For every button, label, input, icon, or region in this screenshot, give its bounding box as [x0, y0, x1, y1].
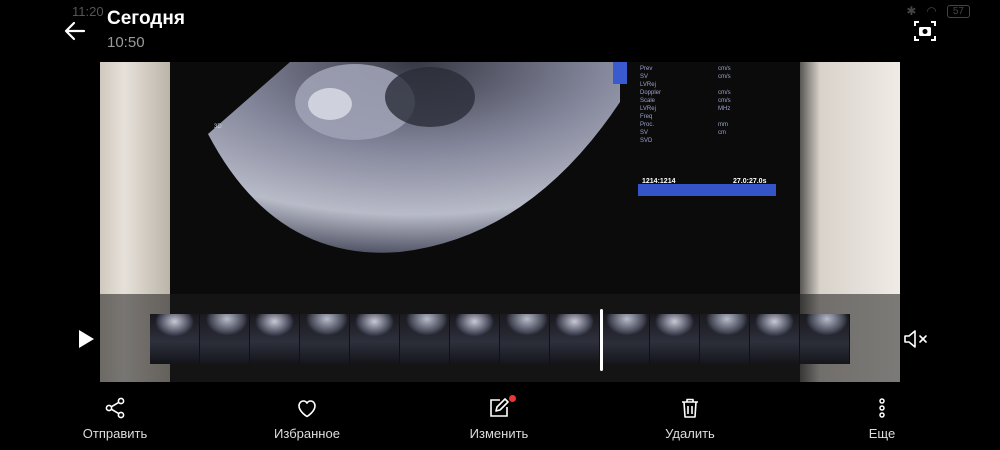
mute-button[interactable] — [902, 327, 930, 351]
us-depth-label: 3D — [214, 124, 222, 130]
more-label: Еще — [868, 426, 896, 441]
timeline-playhead[interactable] — [600, 309, 603, 371]
play-icon — [79, 330, 94, 348]
timeline-frame — [200, 314, 250, 364]
timeline-frame — [450, 314, 500, 364]
timeline-frame — [800, 314, 850, 364]
us-param-1: SV — [640, 74, 648, 80]
us-param-7: Proc. — [640, 122, 654, 128]
status-time: 11:20 — [72, 4, 104, 19]
status-icons: ✱ ◠ 57 — [906, 4, 970, 18]
us-param-0: Prev — [640, 66, 652, 72]
screenshot-button[interactable] — [912, 18, 938, 44]
share-button[interactable]: Отправить — [55, 396, 175, 441]
us-param-8: SV — [640, 130, 648, 136]
us-param-5: LVRej — [640, 106, 656, 112]
timeline-frame — [400, 314, 450, 364]
timeline-frame — [750, 314, 800, 364]
more-vertical-icon — [879, 398, 885, 418]
bluetooth-icon: ✱ — [906, 4, 917, 18]
timeline-frame — [150, 314, 200, 364]
us-param-9: SVD — [640, 138, 653, 144]
us-param-6: Freq — [640, 114, 652, 120]
timeline-frame — [300, 314, 350, 364]
us-param-4: Scale — [640, 98, 656, 104]
us-unit-3: cm/s — [718, 98, 731, 104]
timeline-frame — [500, 314, 550, 364]
timeline-frame — [550, 314, 600, 364]
bottom-toolbar: Отправить Избранное Изменить Удалить Еще — [0, 395, 1000, 446]
us-param-3: Doppler — [640, 90, 661, 96]
share-label: Отправить — [82, 426, 148, 441]
trash-icon — [682, 398, 698, 418]
wifi-icon: ◠ — [926, 4, 937, 18]
us-param-2: LVRej — [640, 82, 656, 88]
delete-label: Удалить — [665, 426, 715, 441]
back-button[interactable] — [62, 18, 88, 44]
us-unit-6: cm — [718, 130, 726, 136]
page-title: Сегодня — [107, 8, 185, 29]
us-unit-4: MHz — [718, 106, 730, 112]
delete-button[interactable]: Удалить — [630, 396, 750, 441]
us-unit-1: cm/s — [718, 74, 731, 80]
volume-muted-icon — [904, 330, 927, 348]
camera-capture-icon — [914, 21, 936, 41]
heart-icon — [298, 400, 316, 418]
us-duration: 27.0:27.0s — [733, 178, 767, 185]
us-unit-5: mm — [718, 122, 728, 128]
share-icon — [105, 397, 125, 419]
video-timeline[interactable] — [150, 314, 852, 364]
favorite-label: Избранное — [274, 426, 340, 441]
edit-label: Изменить — [469, 426, 529, 441]
edit-icon — [490, 398, 509, 417]
battery-icon: 57 — [946, 4, 970, 18]
edit-button[interactable]: Изменить — [439, 395, 559, 441]
page-subtitle: 10:50 — [107, 34, 145, 51]
timeline-frame — [350, 314, 400, 364]
timeline-frame — [600, 314, 650, 364]
arrow-left-icon — [64, 21, 86, 41]
favorite-button[interactable]: Избранное — [247, 396, 367, 441]
edit-notification-dot — [509, 395, 516, 402]
timeline-frame — [250, 314, 300, 364]
more-button[interactable]: Еще — [822, 396, 942, 441]
play-button[interactable] — [76, 328, 96, 350]
us-counter: 1214:1214 — [642, 178, 676, 185]
timeline-frame — [650, 314, 700, 364]
us-unit-0: cm/s — [718, 66, 731, 72]
timeline-frame — [700, 314, 750, 364]
us-unit-2: cm/s — [718, 90, 731, 96]
